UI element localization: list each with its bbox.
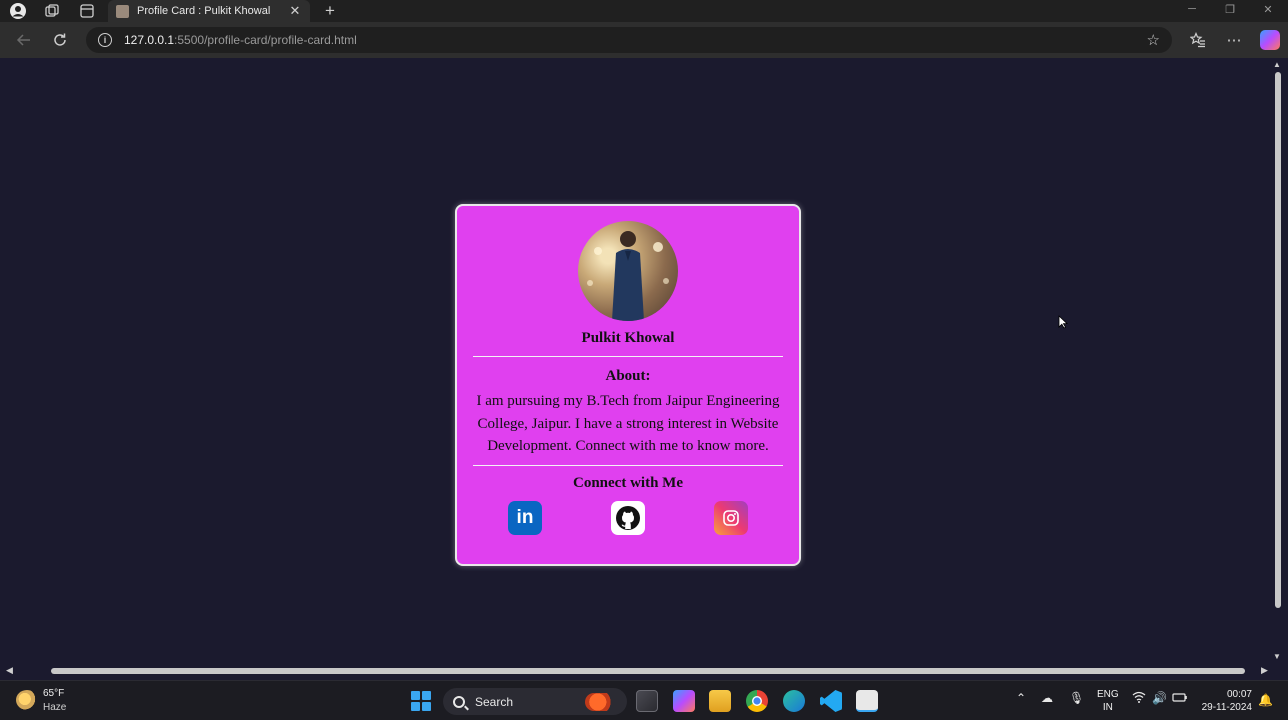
task-view-icon[interactable]: [636, 690, 658, 712]
reload-icon[interactable]: [50, 30, 70, 50]
linkedin-label: in: [516, 507, 534, 528]
weather-icon[interactable]: [16, 690, 38, 710]
url-host: 127.0.0.1: [124, 33, 175, 47]
github-icon[interactable]: [611, 501, 645, 535]
show-hidden-icons-chevron-icon[interactable]: ⌃: [1016, 691, 1026, 705]
scroll-left-arrow-icon[interactable]: ◀: [6, 665, 13, 676]
snipping-tool-icon[interactable]: [856, 690, 878, 712]
profile-card: Pulkit Khowal About: I am pursuing my B.…: [455, 204, 801, 566]
tab-title: Profile Card : Pulkit Khowal: [137, 5, 271, 17]
scroll-right-arrow-icon[interactable]: ▶: [1261, 665, 1268, 676]
page-viewport: Pulkit Khowal About: I am pursuing my B.…: [4, 58, 1272, 664]
search-icon: [453, 695, 465, 708]
copilot-app-icon[interactable]: [673, 690, 695, 712]
search-highlight-icon: [585, 692, 617, 711]
copilot-icon[interactable]: [1260, 30, 1280, 50]
about-text: I am pursuing my B.Tech from Jaipur Engi…: [476, 393, 780, 454]
start-windows-icon[interactable]: [411, 691, 431, 711]
close-window-icon[interactable]: ✕: [1260, 3, 1276, 16]
new-tab-button[interactable]: +: [320, 0, 340, 22]
tab-actions-icon[interactable]: [78, 2, 96, 20]
favorite-star-icon[interactable]: ☆: [1147, 31, 1160, 49]
divider: [473, 465, 783, 466]
language-indicator[interactable]: ENG IN: [1097, 688, 1119, 714]
linkedin-icon[interactable]: in: [508, 501, 542, 535]
vscode-icon[interactable]: [820, 690, 842, 712]
site-info-icon[interactable]: i: [98, 33, 112, 47]
favorites-icon[interactable]: [1188, 30, 1208, 50]
divider: [473, 356, 783, 357]
browser-toolbar: i 127.0.0.1 :5500/profile-card/profile-c…: [0, 22, 1288, 58]
clock-time: 00:07: [1226, 689, 1252, 700]
profile-name: Pulkit Khowal: [581, 330, 675, 346]
scroll-down-arrow-icon[interactable]: ▼: [1273, 652, 1281, 661]
onedrive-icon[interactable]: ☁: [1041, 691, 1053, 705]
url-path: :5500/profile-card/profile-card.html: [174, 33, 357, 47]
clock-date: 29-11-2024: [1201, 702, 1252, 713]
weather-temperature[interactable]: 65°F: [43, 688, 64, 699]
minimize-icon[interactable]: ─: [1184, 3, 1200, 15]
address-bar[interactable]: i 127.0.0.1 :5500/profile-card/profile-c…: [86, 27, 1172, 53]
tab-close-icon[interactable]: ✕: [288, 3, 302, 19]
profile-icon[interactable]: [9, 2, 27, 20]
more-options-icon[interactable]: ⋯: [1224, 30, 1244, 50]
notification-bell-icon[interactable]: 🔔: [1258, 693, 1273, 707]
about-heading: About:: [605, 368, 651, 384]
horizontal-scroll-thumb[interactable]: [51, 668, 1245, 674]
chrome-icon[interactable]: [746, 690, 768, 712]
back-arrow-icon[interactable]: [14, 30, 34, 50]
maximize-icon[interactable]: ❐: [1222, 3, 1238, 16]
tab-profile-card[interactable]: Profile Card : Pulkit Khowal ✕: [108, 0, 310, 22]
mouse-cursor-icon: [1058, 315, 1069, 334]
volume-icon[interactable]: 🔊: [1152, 691, 1167, 705]
instagram-icon[interactable]: [714, 501, 748, 535]
workspaces-icon[interactable]: [43, 2, 61, 20]
file-explorer-icon[interactable]: [709, 690, 731, 712]
vertical-scroll-thumb[interactable]: [1275, 72, 1281, 608]
weather-condition[interactable]: Haze: [43, 702, 66, 713]
profile-avatar: [578, 221, 678, 321]
battery-icon[interactable]: [1172, 691, 1188, 706]
edge-icon[interactable]: [783, 690, 805, 712]
tab-favicon: [116, 4, 129, 18]
region-code: IN: [1102, 702, 1113, 713]
language-code: ENG: [1097, 689, 1119, 700]
taskbar-search[interactable]: Search: [443, 688, 627, 715]
microphone-icon[interactable]: 🎙: [1069, 691, 1084, 705]
search-label: Search: [475, 694, 514, 709]
horizontal-scrollbar[interactable]: ◀ ▶: [4, 664, 1272, 678]
scroll-up-arrow-icon[interactable]: ▲: [1273, 60, 1281, 69]
browser-tab-bar: Profile Card : Pulkit Khowal ✕ + ─ ❐ ✕: [0, 0, 1288, 22]
system-clock[interactable]: 00:07 29-11-2024: [1196, 688, 1252, 714]
connect-heading: Connect with Me: [573, 475, 683, 491]
windows-taskbar: 65°F Haze Search ⌃ ☁ 🎙 ENG IN 🔊 00:07 29…: [0, 680, 1288, 720]
vertical-scrollbar[interactable]: ▲ ▼: [1272, 58, 1284, 664]
wifi-icon[interactable]: [1132, 691, 1146, 706]
